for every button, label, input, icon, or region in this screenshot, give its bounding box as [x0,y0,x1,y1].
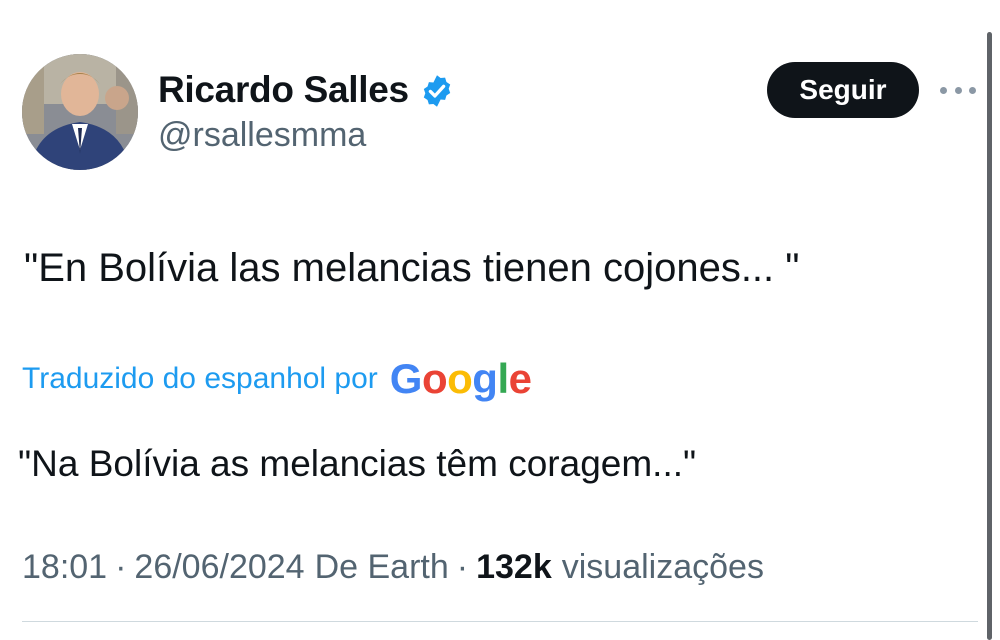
google-logo-letter: o [421,355,448,402]
verified-badge-icon[interactable] [419,73,455,109]
more-dot [969,86,976,94]
author-handle[interactable]: @rsallesmma [158,116,366,155]
views-label[interactable]: visualizações [562,548,764,587]
author-display-name[interactable]: Ricardo Salles [158,69,409,111]
avatar-photo [22,54,138,170]
google-logo-letter: g [472,355,498,402]
tweet-source: De Earth [314,547,449,586]
more-dot [940,86,947,94]
more-options-icon[interactable] [940,78,976,102]
translation-attribution: Traduzido do espanhol por Google [22,352,532,406]
scrollbar[interactable] [987,32,992,640]
tweet-text: "En Bolívia las melancias tienen cojones… [24,246,800,290]
tweet-date[interactable]: 26/06/2024 [134,548,304,587]
translated-tweet-text: "Na Bolívia as melancias têm coragem..." [18,443,697,484]
tweet-time[interactable]: 18:01 [22,548,107,587]
meta-separator: · [456,547,469,586]
google-logo-letter: e [508,355,532,402]
google-logo-letter: l [497,355,509,402]
translated-by-label[interactable]: Traduzido do espanhol por [22,362,378,396]
meta-separator: · [115,547,127,586]
divider [22,621,978,622]
follow-button[interactable]: Seguir [767,62,919,118]
author-name-row: Ricardo Salles [158,66,455,114]
views-count[interactable]: 132k [476,548,552,587]
google-logo: Google [390,358,532,400]
google-logo-letter: o [447,355,473,402]
tweet-metadata: 18:01 · 26/06/2024 De Earth · 132k visua… [22,540,764,594]
author-avatar[interactable] [22,54,138,170]
google-logo-letter: G [389,355,423,402]
more-dot [954,86,962,94]
